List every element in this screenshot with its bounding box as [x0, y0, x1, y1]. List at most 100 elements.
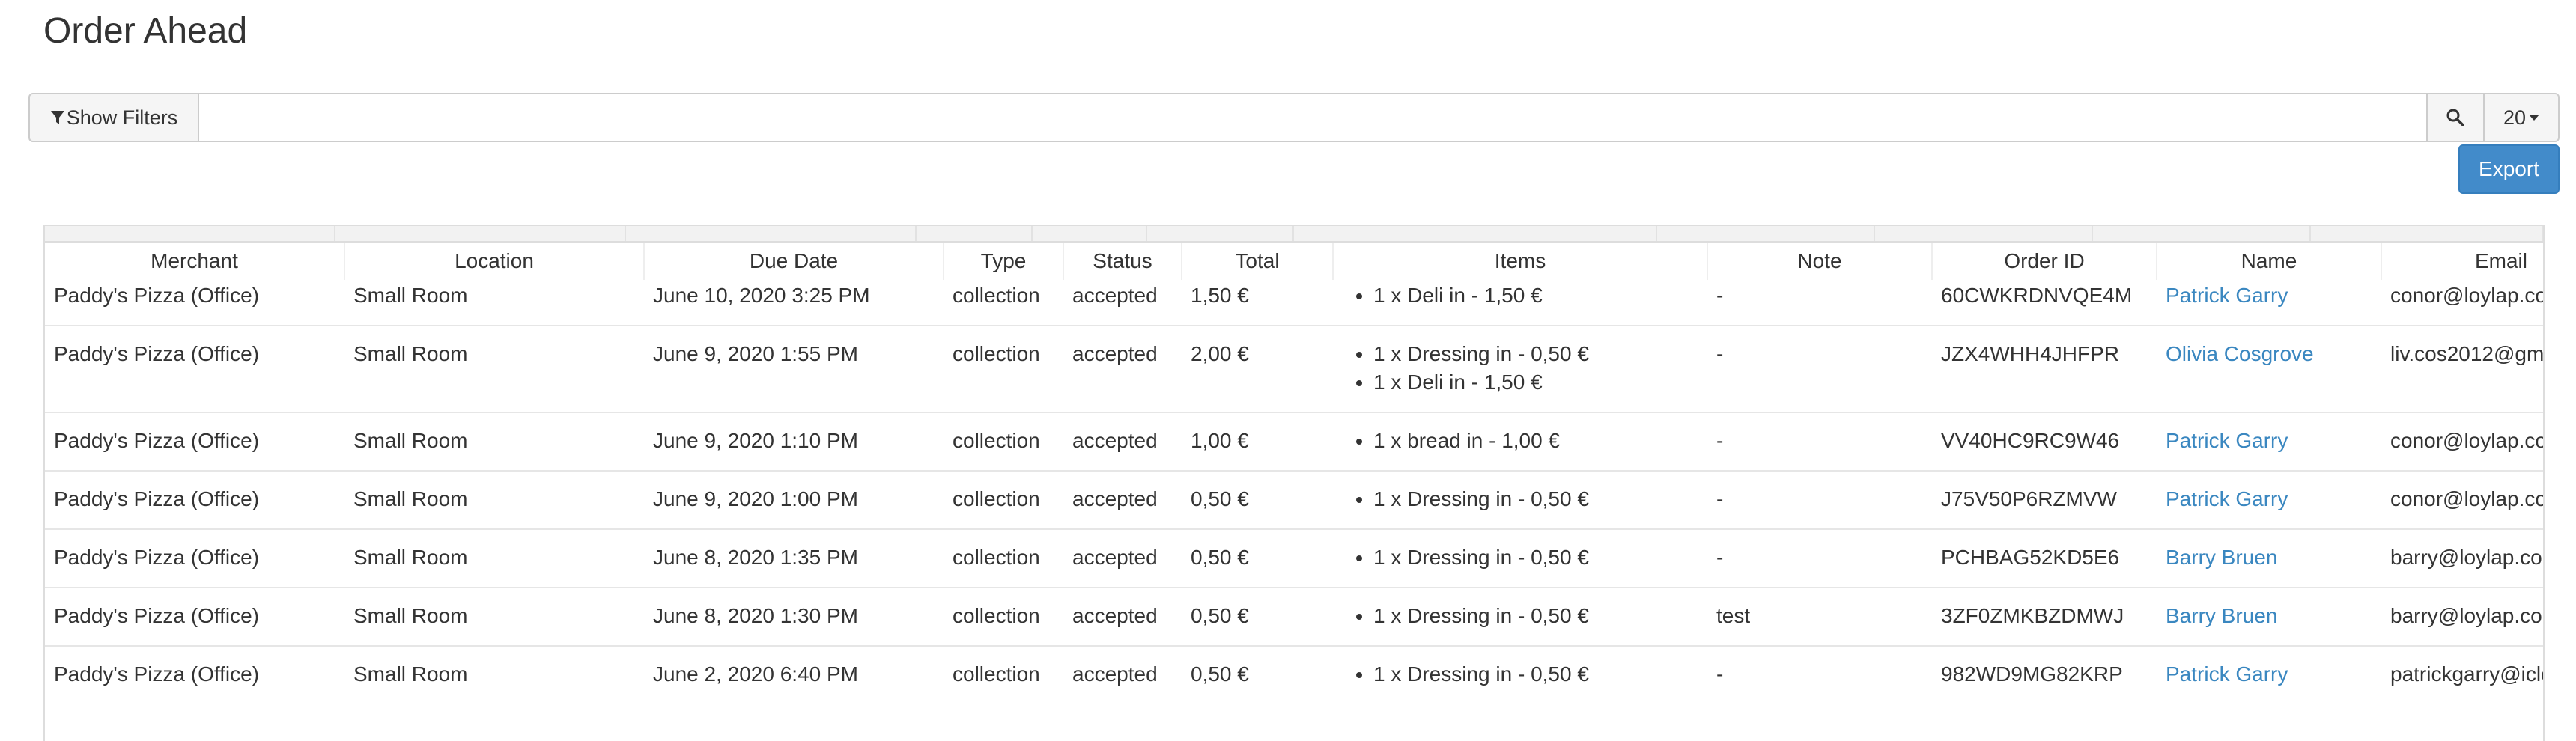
cell-total: 0,50 € [1182, 645, 1333, 704]
cell-total: 0,50 € [1182, 470, 1333, 529]
cell-email: conor@loylap.com [2381, 412, 2543, 471]
cell-location: Small Room [344, 325, 644, 412]
cell-name: Barry Bruen [2157, 528, 2381, 588]
cell-status: accepted [1063, 587, 1182, 646]
table-row[interactable]: Paddy's Pizza (Office) Small Room June 9, … [45, 470, 2543, 529]
cell-type: collection [944, 528, 1063, 588]
cell-name: Patrick Garry [2157, 412, 2381, 471]
cell-type: collection [944, 587, 1063, 646]
page-size-dropdown[interactable]: 20 [2485, 93, 2560, 142]
table-row[interactable]: Paddy's Pizza (Office) Small Room June 10,… [45, 280, 2543, 326]
column-header-order-id[interactable]: Order ID [1932, 243, 2157, 280]
item-entry: 1 x Dressing in - 0,50 € [1373, 660, 1698, 689]
cell-note: - [1707, 528, 1932, 588]
table-row[interactable]: Paddy's Pizza (Office) Small Room June 8, … [45, 587, 2543, 646]
cell-merchant: Paddy's Pizza (Office) [45, 587, 344, 646]
cell-location: Small Room [344, 645, 644, 704]
items-list: 1 x Dressing in - 0,50 € [1342, 660, 1698, 689]
cell-order-id: VV40HC9RC9W46 [1932, 412, 2157, 471]
cell-note: - [1716, 284, 1724, 307]
item-entry: 1 x Dressing in - 0,50 € [1373, 340, 1698, 368]
search-button[interactable] [2426, 93, 2485, 142]
cell-due-date: June 9, 2020 1:00 PM [644, 470, 944, 529]
cell-due-date: June 8, 2020 1:35 PM [644, 528, 944, 588]
cell-order-id: PCHBAG52KD5E6 [1932, 528, 2157, 588]
cell-status: accepted [1063, 325, 1182, 412]
cell-location: Small Room [344, 587, 644, 646]
show-filters-label: Show Filters [66, 106, 178, 129]
table-row[interactable]: Paddy's Pizza (Office) Small Room June 8, … [45, 528, 2543, 588]
customer-name-link[interactable]: Patrick Garry [2166, 662, 2288, 686]
items-list: 1 x Dressing in - 0,50 € [1342, 485, 1698, 513]
column-header-total[interactable]: Total [1182, 243, 1334, 280]
cell-order-id: JZX4WHH4JHFPR [1932, 325, 2157, 412]
cell-due-date: June 9, 2020 1:55 PM [644, 325, 944, 412]
item-entry: 1 x Dressing in - 0,50 € [1373, 543, 1698, 572]
cell-name: Barry Bruen [2157, 587, 2381, 646]
cell-merchant: Paddy's Pizza (Office) [45, 645, 344, 704]
cell-status: accepted [1072, 284, 1158, 307]
export-button[interactable]: Export [2458, 144, 2560, 194]
column-header-items[interactable]: Items [1333, 243, 1708, 280]
search-icon [2446, 109, 2464, 126]
cell-due-date: June 9, 2020 1:10 PM [644, 412, 944, 471]
column-header-note[interactable]: Note [1707, 243, 1933, 280]
cell-total: 2,00 € [1182, 325, 1333, 412]
column-header-location[interactable]: Location [344, 243, 645, 280]
column-header-email[interactable]: Email [2381, 243, 2543, 280]
customer-name-link[interactable]: Patrick Garry [2166, 429, 2288, 452]
order-ahead-page: Order Ahead Show Filters 20 Export Merch… [0, 0, 2576, 741]
table-header-strip [45, 226, 2543, 243]
cell-items: 1 x Dressing in - 0,50 € [1333, 470, 1707, 529]
customer-name-link[interactable]: Barry Bruen [2166, 604, 2277, 627]
cell-due-date: June 8, 2020 1:30 PM [644, 587, 944, 646]
cell-note: - [1707, 325, 1932, 412]
cell-note: - [1707, 470, 1932, 529]
item-entry: 1 x Dressing in - 0,50 € [1373, 602, 1698, 630]
cell-email: barry@loylap.com [2381, 528, 2543, 588]
column-header-due-date[interactable]: Due Date [644, 243, 944, 280]
customer-name-link[interactable]: Patrick Garry [2166, 487, 2288, 510]
table-row[interactable]: Paddy's Pizza (Office) Small Room June 2, … [45, 645, 2543, 704]
customer-name-link[interactable]: Patrick Garry [2166, 284, 2288, 307]
cell-order-id: 982WD9MG82KRP [1932, 645, 2157, 704]
table-row[interactable]: Paddy's Pizza (Office) Small Room June 9, … [45, 412, 2543, 471]
column-header-name[interactable]: Name [2157, 243, 2382, 280]
cell-status: accepted [1063, 645, 1182, 704]
table-header-row: Merchant Location Due Date Type Status T… [45, 243, 2543, 280]
cell-type: collection [953, 284, 1040, 307]
cell-type: collection [944, 470, 1063, 529]
cell-name: Olivia Cosgrove [2157, 325, 2381, 412]
cell-total: 1,00 € [1182, 412, 1333, 471]
items-list: 1 x bread in - 1,00 € [1342, 427, 1698, 455]
cell-merchant: Paddy's Pizza (Office) [45, 528, 344, 588]
column-header-status[interactable]: Status [1063, 243, 1182, 280]
customer-name-link[interactable]: Olivia Cosgrove [2166, 342, 2314, 365]
cell-name: Patrick Garry [2157, 280, 2381, 326]
cell-order-id: J75V50P6RZMVW [1932, 470, 2157, 529]
column-header-type[interactable]: Type [944, 243, 1064, 280]
item-entry: 1 x bread in - 1,00 € [1373, 427, 1698, 455]
show-filters-button[interactable]: Show Filters [28, 93, 199, 142]
items-list: 1 x Dressing in - 0,50 €1 x Deli in - 1,… [1342, 340, 1698, 397]
column-header-merchant[interactable]: Merchant [45, 243, 345, 280]
cell-type: collection [944, 645, 1063, 704]
cell-type: collection [944, 325, 1063, 412]
cell-items: 1 x Dressing in - 0,50 € [1333, 528, 1707, 588]
cell-status: accepted [1063, 528, 1182, 588]
cell-merchant: Paddy's Pizza (Office) [54, 284, 260, 307]
caret-down-icon [2529, 115, 2540, 121]
table-row[interactable]: Paddy's Pizza (Office) Small Room June 9, … [45, 325, 2543, 412]
cell-due-date: June 2, 2020 6:40 PM [644, 645, 944, 704]
item-entry: 1 x Deli in - 1,50 € [1373, 281, 1698, 310]
items-list: 1 x Dressing in - 0,50 € [1342, 543, 1698, 572]
cell-items: 1 x Deli in - 1,50 € [1333, 280, 1707, 326]
customer-name-link[interactable]: Barry Bruen [2166, 546, 2277, 569]
cell-note: - [1707, 645, 1932, 704]
orders-table: Merchant Location Due Date Type Status T… [45, 243, 2543, 704]
cell-email: conor@loylap.com [2390, 284, 2543, 307]
cell-total: 0,50 € [1182, 587, 1333, 646]
cell-items: 1 x Dressing in - 0,50 € [1333, 645, 1707, 704]
search-input[interactable] [199, 93, 2426, 142]
cell-name: Patrick Garry [2157, 470, 2381, 529]
